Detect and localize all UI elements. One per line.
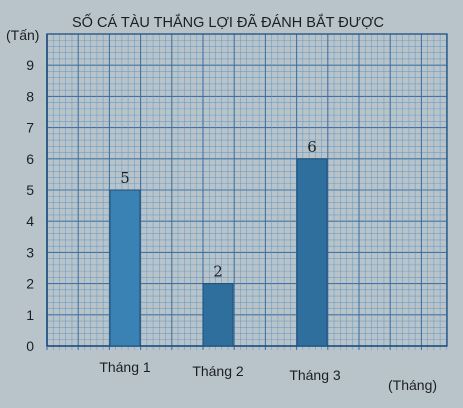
- data-label: 2: [213, 263, 223, 281]
- bar-chart: SỐ CÁ TÀU THẮNG LỢI ĐÃ ĐÁNH BẮT ĐƯỢC (Tấ…: [0, 0, 463, 408]
- chart-title: SỐ CÁ TÀU THẮNG LỢI ĐÃ ĐÁNH BẮT ĐƯỢC: [72, 13, 384, 31]
- bar: [202, 283, 234, 347]
- y-tick-label: 5: [26, 182, 34, 198]
- data-label: 6: [307, 138, 317, 156]
- y-tick-label: 3: [26, 244, 34, 260]
- bar: [296, 158, 328, 347]
- data-label: 5: [120, 169, 130, 187]
- chart-container: SỐ CÁ TÀU THẮNG LỢI ĐÃ ĐÁNH BẮT ĐƯỢC (Tấ…: [0, 0, 463, 408]
- y-tick-label: 7: [26, 120, 34, 136]
- y-tick-label: 9: [26, 57, 34, 73]
- y-tick-label: 6: [26, 151, 34, 167]
- x-tick-label: Tháng 2: [192, 363, 244, 379]
- x-axis-label: (Tháng): [388, 377, 437, 393]
- x-tick-label: Tháng 3: [289, 367, 341, 383]
- y-tick-label: 2: [26, 276, 34, 292]
- y-tick-label: 0: [26, 338, 34, 354]
- x-tick-label: Tháng 1: [99, 359, 151, 375]
- y-tick-label: 4: [26, 213, 34, 229]
- y-axis-label: (Tấn): [6, 27, 39, 43]
- bar: [109, 189, 141, 347]
- y-tick-label: 8: [26, 88, 34, 104]
- y-tick-label: 1: [26, 307, 34, 323]
